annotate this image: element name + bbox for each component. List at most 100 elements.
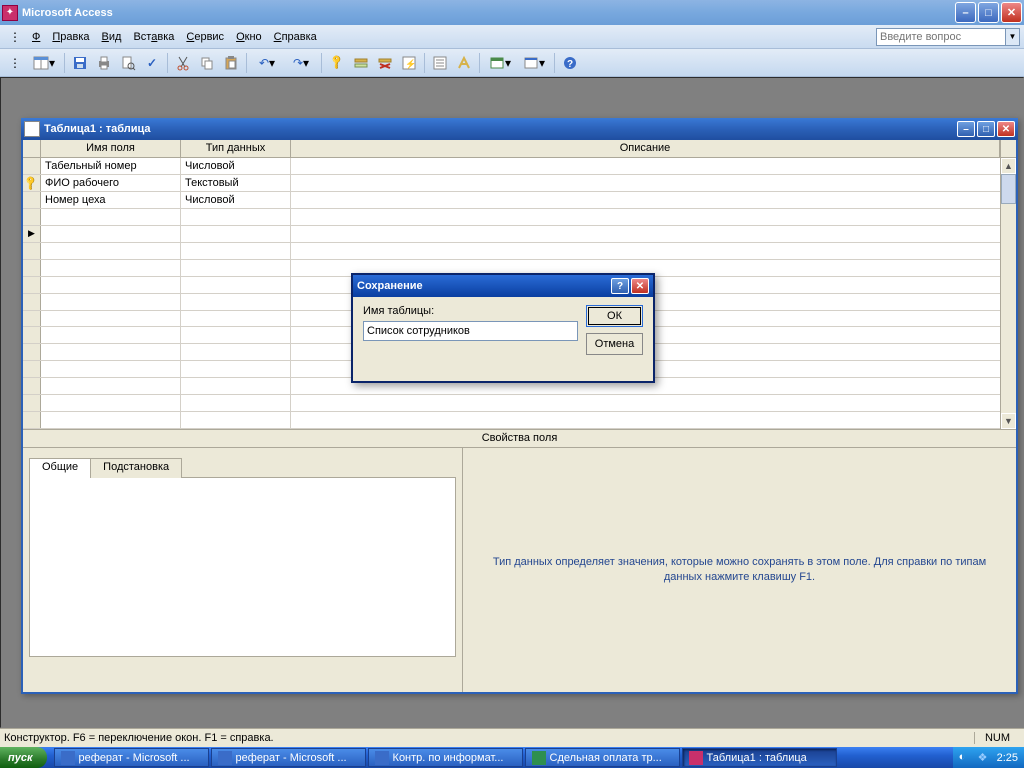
save-button[interactable] — [69, 52, 91, 74]
menu-edit[interactable]: Правка — [46, 29, 95, 45]
cell-field-name[interactable] — [41, 243, 181, 259]
tray-icon-2[interactable]: ❖ — [978, 751, 992, 765]
cell-description[interactable] — [291, 226, 1016, 242]
row-selector[interactable] — [23, 395, 41, 411]
scroll-thumb[interactable] — [1001, 174, 1016, 204]
row-selector[interactable] — [23, 378, 41, 394]
copy-button[interactable] — [196, 52, 218, 74]
row-selector[interactable] — [23, 412, 41, 428]
row-selector[interactable] — [23, 277, 41, 293]
cell-data-type[interactable] — [181, 395, 291, 411]
minimize-button[interactable]: – — [955, 2, 976, 23]
row-selector[interactable] — [23, 327, 41, 343]
table-row[interactable] — [23, 412, 1016, 429]
start-button[interactable]: пуск — [0, 747, 47, 768]
cell-field-name[interactable] — [41, 277, 181, 293]
insert-rows-button[interactable] — [350, 52, 372, 74]
cell-field-name[interactable] — [41, 327, 181, 343]
grid-corner[interactable] — [23, 140, 41, 157]
cell-data-type[interactable] — [181, 243, 291, 259]
scroll-down-icon[interactable]: ▼ — [1001, 413, 1016, 429]
cell-field-name[interactable]: Номер цеха — [41, 192, 181, 208]
cell-data-type[interactable]: Текстовый — [181, 175, 291, 191]
cell-field-name[interactable] — [41, 311, 181, 327]
row-selector[interactable] — [23, 192, 41, 208]
cut-button[interactable] — [172, 52, 194, 74]
cell-field-name[interactable] — [41, 412, 181, 428]
scroll-up-icon[interactable]: ▲ — [1001, 158, 1016, 174]
row-selector[interactable] — [23, 294, 41, 310]
cell-data-type[interactable] — [181, 378, 291, 394]
row-selector[interactable] — [23, 209, 41, 225]
spellcheck-button[interactable]: ✓ — [141, 52, 163, 74]
cell-description[interactable] — [291, 395, 1016, 411]
table-row[interactable]: 🔑ФИО рабочегоТекстовый — [23, 175, 1016, 192]
cell-field-name[interactable]: ФИО рабочего — [41, 175, 181, 191]
primary-key-button[interactable]: 🔑 — [326, 52, 348, 74]
vertical-scrollbar[interactable]: ▲ ▼ — [1000, 158, 1016, 429]
menu-view[interactable]: Вид — [96, 29, 128, 45]
taskbar-task[interactable]: реферат - Microsoft ... — [54, 748, 209, 767]
child-minimize-button[interactable]: – — [957, 121, 975, 137]
table-row[interactable] — [23, 209, 1016, 226]
maximize-button[interactable]: □ — [978, 2, 999, 23]
tab-lookup[interactable]: Подстановка — [90, 458, 182, 478]
taskbar-task[interactable]: Контр. по информат... — [368, 748, 523, 767]
col-header-type[interactable]: Тип данных — [181, 140, 291, 157]
cell-data-type[interactable] — [181, 361, 291, 377]
col-header-desc[interactable]: Описание — [291, 140, 1000, 157]
row-selector[interactable]: 🔑 — [23, 175, 41, 191]
cell-data-type[interactable] — [181, 260, 291, 276]
cell-data-type[interactable]: Числовой — [181, 158, 291, 174]
row-selector[interactable] — [23, 260, 41, 276]
taskbar-task[interactable]: Сдельная оплата тр... — [525, 748, 680, 767]
child-close-button[interactable]: ✕ — [997, 121, 1015, 137]
cell-field-name[interactable] — [41, 209, 181, 225]
table-row[interactable]: ▶ — [23, 226, 1016, 243]
row-selector[interactable] — [23, 311, 41, 327]
cell-data-type[interactable] — [181, 226, 291, 242]
cell-description[interactable] — [291, 209, 1016, 225]
taskbar-task[interactable]: Таблица1 : таблица — [682, 748, 837, 767]
col-header-name[interactable]: Имя поля — [41, 140, 181, 157]
print-preview-button[interactable] — [117, 52, 139, 74]
menu-window[interactable]: Окно — [230, 29, 268, 45]
tab-general[interactable]: Общие — [29, 458, 91, 478]
menu-tools[interactable]: Сервис — [180, 29, 230, 45]
close-button[interactable]: ✕ — [1001, 2, 1022, 23]
cell-field-name[interactable] — [41, 378, 181, 394]
db-window-button[interactable]: ▾ — [484, 52, 516, 74]
properties-button[interactable] — [429, 52, 451, 74]
cell-data-type[interactable] — [181, 209, 291, 225]
tray-clock[interactable]: 2:25 — [997, 752, 1018, 764]
menu-file[interactable]: Ф — [26, 29, 46, 45]
cell-data-type[interactable] — [181, 277, 291, 293]
cell-data-type[interactable]: Числовой — [181, 192, 291, 208]
cell-data-type[interactable] — [181, 344, 291, 360]
row-selector[interactable] — [23, 158, 41, 174]
ask-question-input[interactable] — [876, 28, 1006, 46]
view-button[interactable]: ▾ — [28, 52, 60, 74]
help-button[interactable]: ? — [559, 52, 581, 74]
cell-description[interactable] — [291, 158, 1016, 174]
ok-button[interactable]: ОК — [586, 305, 643, 327]
cell-data-type[interactable] — [181, 412, 291, 428]
cancel-button[interactable]: Отмена — [586, 333, 643, 355]
dialog-help-button[interactable]: ? — [611, 278, 629, 294]
table-row[interactable]: Номер цехаЧисловой — [23, 192, 1016, 209]
cell-data-type[interactable] — [181, 311, 291, 327]
taskbar-task[interactable]: реферат - Microsoft ... — [211, 748, 366, 767]
indexes-button[interactable] — [453, 52, 475, 74]
cell-field-name[interactable] — [41, 344, 181, 360]
cell-description[interactable] — [291, 192, 1016, 208]
table-name-input[interactable] — [363, 321, 578, 341]
new-object-button[interactable]: ▾ — [518, 52, 550, 74]
print-button[interactable] — [93, 52, 115, 74]
tray-icon-1[interactable]: ◐ — [959, 751, 973, 765]
cell-field-name[interactable] — [41, 395, 181, 411]
paste-button[interactable] — [220, 52, 242, 74]
cell-field-name[interactable]: Табельный номер — [41, 158, 181, 174]
redo-button[interactable]: ↷▾ — [285, 52, 317, 74]
build-button[interactable]: ⚡ — [398, 52, 420, 74]
delete-rows-button[interactable] — [374, 52, 396, 74]
